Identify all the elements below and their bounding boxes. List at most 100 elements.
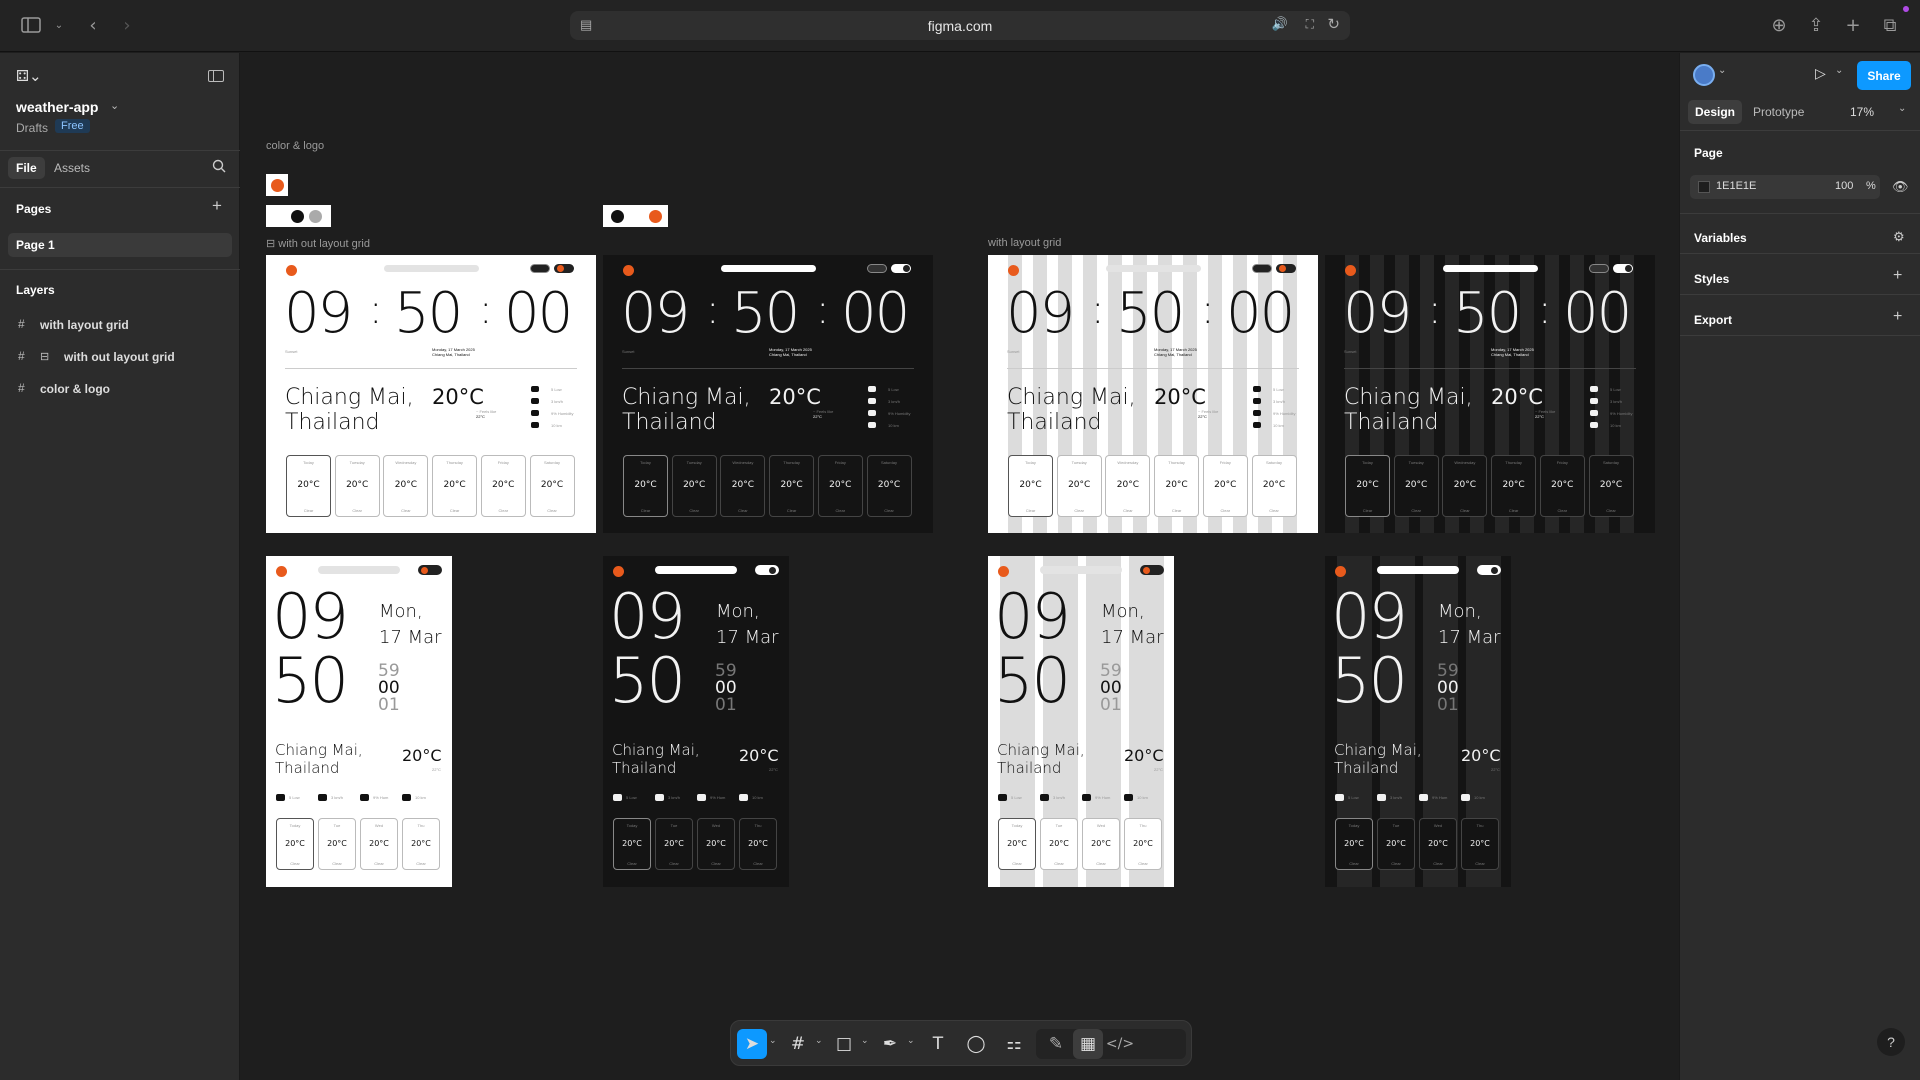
- tab-design[interactable]: Design: [1688, 100, 1743, 124]
- forecast-card[interactable]: Thursday 20°C Clear: [1154, 455, 1200, 517]
- frame-label-with-grid[interactable]: with layout grid: [988, 237, 1061, 249]
- logo-swatch[interactable]: [266, 174, 288, 196]
- tab-prototype[interactable]: Prototype: [1753, 105, 1804, 119]
- variables-icon[interactable]: ⚙: [1893, 229, 1905, 245]
- page-opacity[interactable]: 100: [1835, 180, 1853, 192]
- forecast-card[interactable]: Wed 20°C Clear: [697, 818, 735, 870]
- forecast-card[interactable]: Wednesday 20°C Clear: [1442, 455, 1488, 517]
- zoom-chevron-icon[interactable]: ⌄: [1898, 103, 1906, 114]
- search-icon[interactable]: [212, 159, 226, 178]
- collapse-sidebar-icon[interactable]: [208, 69, 224, 87]
- chevron-down-icon[interactable]: ⌄: [46, 12, 72, 38]
- forecast-card[interactable]: Wed 20°C Clear: [1082, 818, 1120, 870]
- reload-icon[interactable]: ↻: [1327, 15, 1340, 33]
- rectangle-tool-icon[interactable]: □: [829, 1029, 859, 1059]
- forecast-card[interactable]: Tue 20°C Clear: [318, 818, 356, 870]
- page-settings-icon[interactable]: ▤: [580, 17, 592, 33]
- add-page-icon[interactable]: +: [212, 196, 222, 216]
- forecast-card[interactable]: Wednesday 20°C Clear: [383, 455, 429, 517]
- pen-tool-icon[interactable]: ✒: [875, 1029, 905, 1059]
- forecast-card[interactable]: Wed 20°C Clear: [1419, 818, 1457, 870]
- layer-color-logo[interactable]: # color & logo: [16, 379, 236, 399]
- mobile-frame-dark[interactable]: 09 50 Mon, 17 Mar 59 00 01 Chiang Mai, Thailand 2…: [603, 556, 789, 887]
- comment-tool-icon[interactable]: ◯: [961, 1029, 991, 1059]
- forecast-card[interactable]: Today 20°C Clear: [286, 455, 331, 517]
- new-tab-icon[interactable]: +: [1840, 12, 1866, 38]
- add-export-icon[interactable]: +: [1893, 308, 1902, 326]
- forecast-card[interactable]: Today 20°C Clear: [623, 455, 668, 517]
- move-tool-icon[interactable]: ➤: [737, 1029, 767, 1059]
- forecast-card[interactable]: Thursday 20°C Clear: [1491, 455, 1537, 517]
- forecast-card[interactable]: Saturday 20°C Clear: [1588, 455, 1634, 517]
- chevron-down-icon[interactable]: ⌄: [769, 1035, 777, 1046]
- zoom-level[interactable]: 17%: [1850, 105, 1874, 119]
- mobile-frame-dark-grid[interactable]: 09 50 Mon, 17 Mar 59 00 01 Chiang Mai, Thailand 2…: [1325, 556, 1511, 887]
- frame-label-color-logo[interactable]: color & logo: [266, 140, 324, 152]
- tab-file[interactable]: File: [8, 157, 45, 179]
- file-location[interactable]: Drafts: [16, 121, 48, 135]
- forecast-card[interactable]: Thursday 20°C Clear: [769, 455, 815, 517]
- forecast-card[interactable]: Friday 20°C Clear: [1539, 455, 1585, 517]
- chevron-down-icon[interactable]: ⌄: [1718, 65, 1726, 76]
- forecast-card[interactable]: Wed 20°C Clear: [360, 818, 398, 870]
- layer-without-layout-grid[interactable]: # ⊟ with out layout grid: [16, 347, 236, 367]
- desktop-frame-light-grid[interactable]: 09 50 00:: Sunset Monday, 17 March 2025 Chian…: [988, 255, 1318, 533]
- chevron-down-icon[interactable]: ⌄: [861, 1035, 869, 1046]
- avatar[interactable]: [1693, 64, 1715, 86]
- file-name[interactable]: weather-app: [16, 99, 98, 115]
- translate-icon[interactable]: ⛶: [1306, 17, 1314, 32]
- address-bar[interactable]: ▤ figma.com 🔊 ⛶ ↻: [570, 11, 1350, 40]
- desktop-frame-light[interactable]: 09 50 00:: Sunset Monday, 17 March 2025 Chian…: [266, 255, 596, 533]
- color-swatch-dark[interactable]: [603, 205, 668, 227]
- forecast-card[interactable]: Tue 20°C Clear: [1040, 818, 1078, 870]
- file-menu-chevron-icon[interactable]: ⌄: [110, 99, 119, 112]
- forecast-card[interactable]: Saturday 20°C Clear: [866, 455, 912, 517]
- color-swatch-light[interactable]: [266, 205, 331, 227]
- draw-mode-icon[interactable]: ✎: [1041, 1029, 1071, 1059]
- forecast-card[interactable]: Thu 20°C Clear: [739, 818, 777, 870]
- forecast-card[interactable]: Today 20°C Clear: [276, 818, 314, 870]
- color-swatch[interactable]: [1698, 181, 1710, 193]
- sidebar-toggle-icon[interactable]: [18, 12, 44, 38]
- forecast-card[interactable]: Friday 20°C Clear: [817, 455, 863, 517]
- canvas[interactable]: color & logo ⊟ with out layout grid with…: [241, 53, 1678, 1080]
- frame-tool-icon[interactable]: #: [783, 1029, 813, 1059]
- text-tool-icon[interactable]: T: [923, 1029, 953, 1059]
- forecast-card[interactable]: Today 20°C Clear: [613, 818, 651, 870]
- audio-icon[interactable]: 🔊: [1272, 16, 1288, 32]
- desktop-frame-dark[interactable]: 09 50 00:: Sunset Monday, 17 March 2025 Chian…: [603, 255, 933, 533]
- plan-badge[interactable]: Free: [55, 119, 90, 133]
- forecast-card[interactable]: Wednesday 20°C Clear: [1105, 455, 1151, 517]
- share-button[interactable]: Share: [1857, 61, 1911, 90]
- present-icon[interactable]: ▷: [1815, 65, 1826, 82]
- mobile-frame-light[interactable]: 09 50 Mon, 17 Mar 59 00 01 Chiang Mai, Thailand 2…: [266, 556, 452, 887]
- forecast-card[interactable]: Tuesday 20°C Clear: [1056, 455, 1102, 517]
- forecast-card[interactable]: Friday 20°C Clear: [1202, 455, 1248, 517]
- figma-menu-icon[interactable]: ⚃⌄: [16, 67, 42, 85]
- forecast-card[interactable]: Thu 20°C Clear: [1124, 818, 1162, 870]
- share-page-icon[interactable]: ⇪: [1803, 12, 1829, 38]
- mobile-frame-light-grid[interactable]: 09 50 Mon, 17 Mar 59 00 01 Chiang Mai, Thailand 2…: [988, 556, 1174, 887]
- forecast-card[interactable]: Tuesday 20°C Clear: [334, 455, 380, 517]
- forecast-card[interactable]: Thursday 20°C Clear: [432, 455, 478, 517]
- forecast-card[interactable]: Today 20°C Clear: [1335, 818, 1373, 870]
- tab-assets[interactable]: Assets: [54, 161, 90, 175]
- forecast-card[interactable]: Today 20°C Clear: [998, 818, 1036, 870]
- page-item-page-1[interactable]: Page 1: [8, 233, 232, 257]
- tab-overview-icon[interactable]: ⧉: [1877, 12, 1903, 38]
- forecast-card[interactable]: Tue 20°C Clear: [655, 818, 693, 870]
- forecast-card[interactable]: Wednesday 20°C Clear: [720, 455, 766, 517]
- forecast-card[interactable]: Saturday 20°C Clear: [1251, 455, 1297, 517]
- add-style-icon[interactable]: +: [1893, 267, 1902, 285]
- forecast-card[interactable]: Tuesday 20°C Clear: [671, 455, 717, 517]
- layer-with-layout-grid[interactable]: # with layout grid: [16, 315, 236, 335]
- frame-label-without-grid[interactable]: ⊟ with out layout grid: [266, 237, 370, 250]
- page-color-field[interactable]: 1E1E1E 100 %: [1690, 175, 1880, 199]
- actions-tool-icon[interactable]: ⚏: [999, 1029, 1029, 1059]
- chevron-down-icon[interactable]: ⌄: [907, 1035, 915, 1046]
- forecast-card[interactable]: Friday 20°C Clear: [480, 455, 526, 517]
- forecast-card[interactable]: Tue 20°C Clear: [1377, 818, 1415, 870]
- styles-heading[interactable]: Styles: [1694, 272, 1729, 286]
- forward-icon[interactable]: ›: [114, 12, 140, 38]
- forecast-card[interactable]: Thu 20°C Clear: [402, 818, 440, 870]
